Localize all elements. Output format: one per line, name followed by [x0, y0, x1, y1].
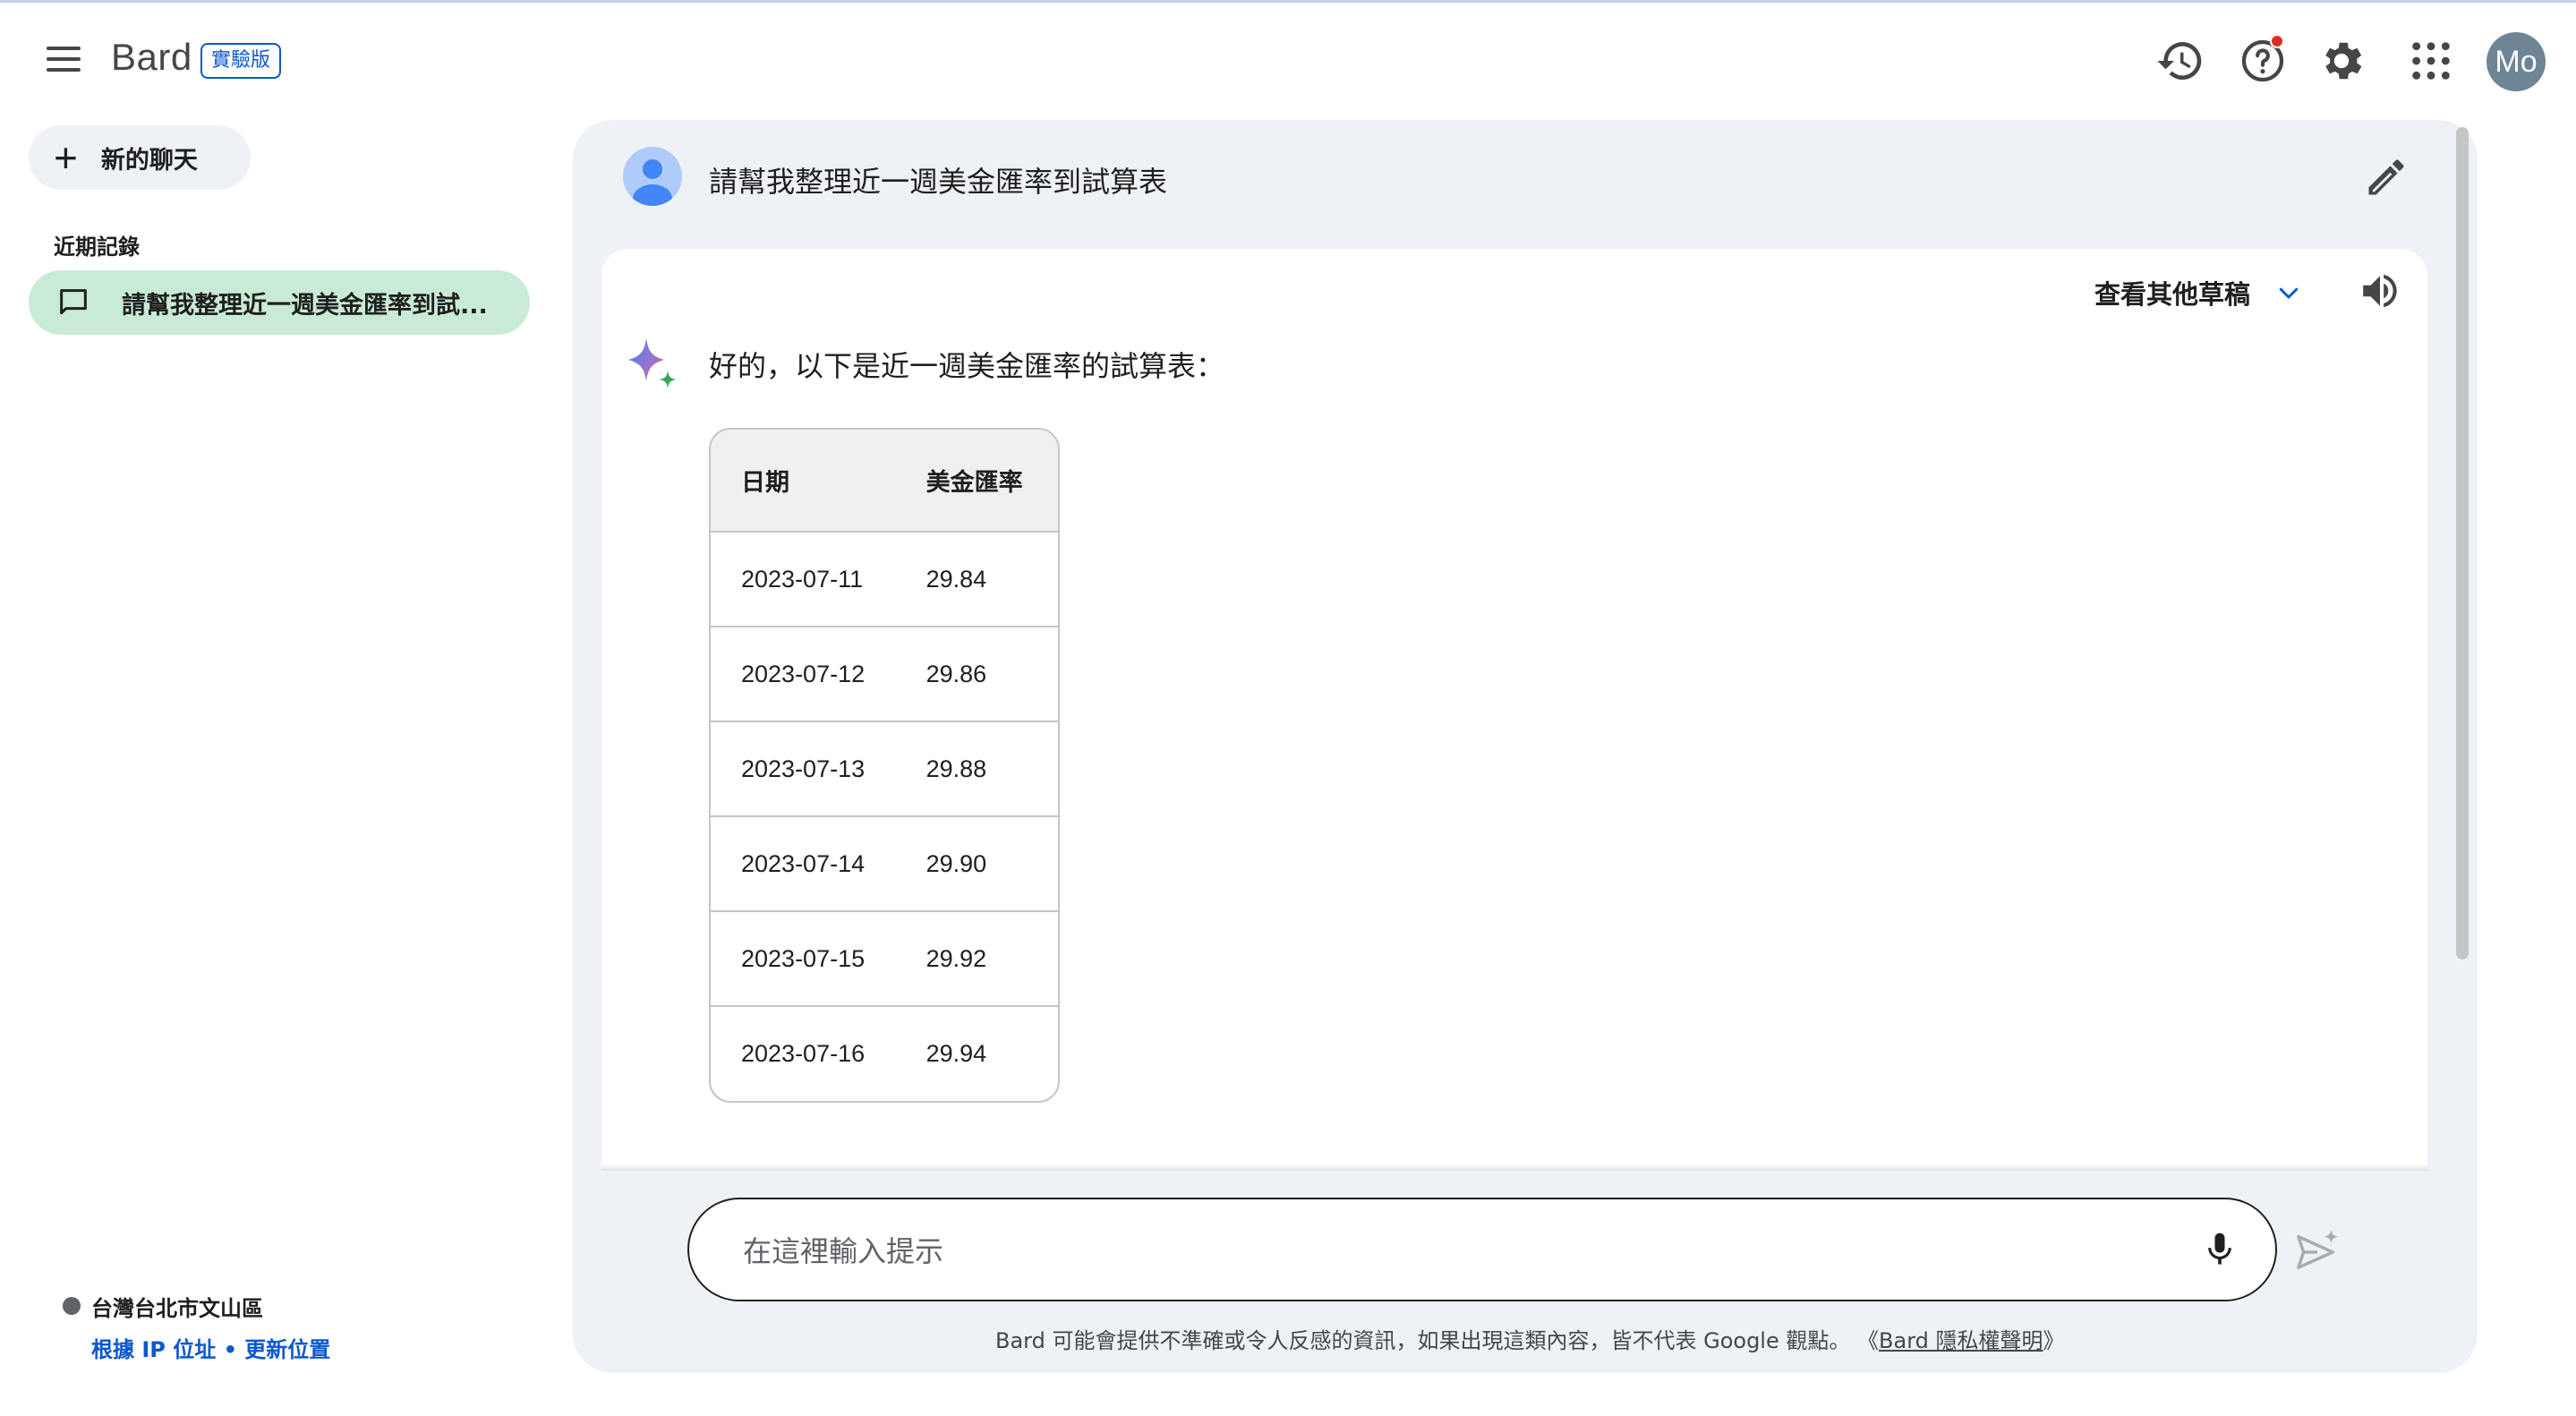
table-row: 2023-07-16 29.94 [711, 1006, 1058, 1101]
privacy-bracket-close: 》 [2043, 1328, 2065, 1353]
rate-cell: 29.88 [915, 721, 1058, 817]
top-accent-line [0, 0, 2576, 3]
table-row: 2023-07-15 29.92 [711, 911, 1058, 1007]
date-cell: 2023-07-16 [741, 1040, 866, 1067]
table-row: 2023-07-14 29.90 [711, 816, 1058, 912]
help-icon[interactable] [2238, 34, 2288, 86]
recent-chat-label: 請幫我整理近一週美金匯率到試... [122, 291, 488, 320]
table-row: 2023-07-13 29.88 [711, 721, 1058, 817]
date-cell: 2023-07-12 [711, 627, 916, 722]
view-drafts-label: 查看其他草稿 [2094, 279, 2251, 310]
user-avatar-icon [623, 147, 682, 206]
rate-cell: 29.90 [915, 816, 1058, 912]
column-header-date: 日期 [711, 430, 916, 533]
bard-sparkle-icon [623, 335, 680, 392]
scrollbar[interactable] [2456, 127, 2469, 960]
menu-icon[interactable] [39, 39, 90, 82]
date-cell: 2023-07-11 [711, 532, 916, 627]
column-header-rate: 美金匯率 [915, 430, 1058, 533]
experiment-badge: 實驗版 [200, 43, 282, 79]
settings-icon[interactable] [2316, 36, 2367, 86]
reply-intro-text: 好的，以下是近一週美金匯率的試算表： [709, 349, 1225, 383]
location-separator: • [216, 1337, 245, 1362]
privacy-notice-link[interactable]: Bard 隱私權聲明 [1879, 1328, 2043, 1353]
date-cell: 2023-07-15 [711, 911, 916, 1007]
rate-cell: 29.86 [915, 627, 1058, 722]
date-cell: 2023-07-14 [711, 816, 916, 912]
rate-cell: 29.84 [915, 532, 1058, 627]
account-avatar[interactable]: Mo [2486, 32, 2546, 91]
microphone-icon[interactable] [2200, 1226, 2239, 1273]
exchange-rate-table: 日期 美金匯率 2023-07-11 29.84 2023-07-12 29.8… [709, 428, 1060, 1103]
location-dot-icon [63, 1297, 81, 1315]
new-chat-label: 新的聊天 [100, 146, 198, 175]
disclaimer-text: Bard 可能會提供不準確或令人反感的資訊，如果出現這類內容，皆不代表 Goog… [995, 1328, 1851, 1353]
response-divider [601, 1164, 2427, 1171]
date-cell: 2023-07-13 [711, 721, 916, 817]
chevron-down-icon [2279, 287, 2299, 299]
send-icon[interactable] [2293, 1228, 2341, 1273]
plus-icon: + [54, 134, 78, 181]
location-links: 根據 IP 位址 • 更新位置 [91, 1332, 330, 1363]
prompt-input[interactable] [743, 1226, 2139, 1276]
recent-section-title: 近期記錄 [54, 235, 140, 260]
edit-pencil-icon[interactable] [2363, 154, 2410, 200]
notification-dot [2270, 34, 2284, 48]
update-location-link[interactable]: 更新位置 [244, 1337, 330, 1362]
new-chat-button[interactable]: + 新的聊天 [29, 125, 251, 190]
location-name: 台灣台北市文山區 [91, 1296, 263, 1321]
app-logo: Bard [111, 36, 192, 78]
view-drafts-button[interactable]: 查看其他草稿 [2094, 274, 2302, 311]
user-prompt-text: 請幫我整理近一週美金匯率到試算表 [709, 165, 1168, 199]
chat-bubble-icon [60, 289, 87, 315]
footer-disclaimer: Bard 可能會提供不準確或令人反感的資訊，如果出現這類內容，皆不代表 Goog… [995, 1323, 2065, 1354]
recent-chat-item[interactable]: 請幫我整理近一週美金匯率到試... [29, 270, 530, 335]
ip-location-link[interactable]: 根據 IP 位址 [91, 1337, 216, 1362]
table-row: 2023-07-11 29.84 [711, 532, 1058, 627]
prompt-input-box[interactable] [687, 1198, 2277, 1301]
rate-cell: 29.92 [915, 911, 1058, 1007]
table-row: 2023-07-12 29.86 [711, 627, 1058, 722]
speaker-icon[interactable] [2358, 269, 2402, 313]
privacy-bracket-open: 《 [1857, 1328, 1880, 1353]
apps-grid-icon[interactable] [2406, 36, 2456, 86]
history-icon[interactable] [2155, 36, 2205, 86]
rate-cell: 29.94 [925, 1040, 987, 1067]
table-header-row: 日期 美金匯率 [711, 430, 1058, 533]
